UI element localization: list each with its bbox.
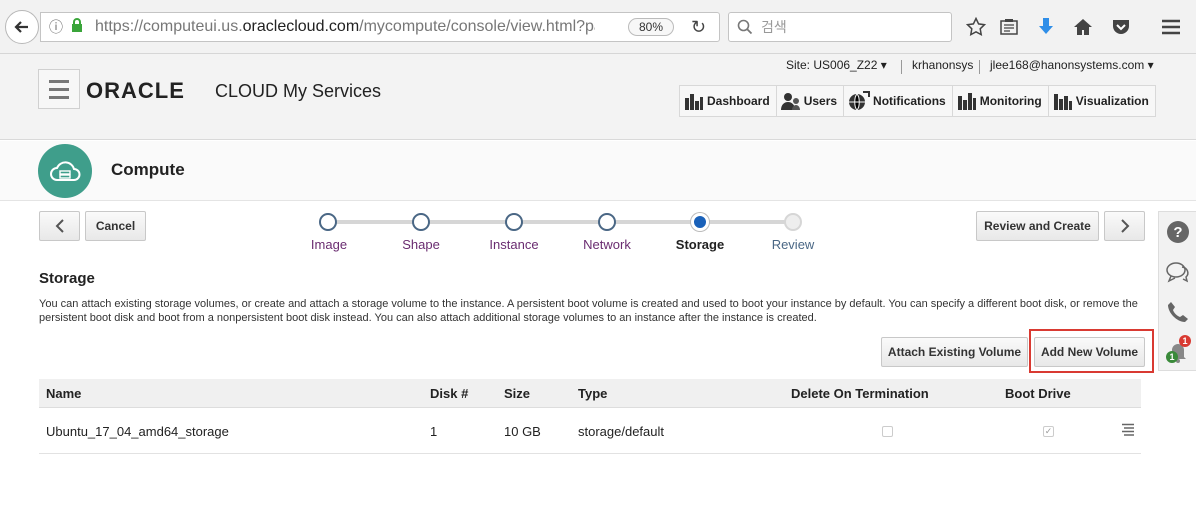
site-selector[interactable]: Site: US006_Z22 ▾ (786, 58, 887, 72)
step-label-storage: Storage (675, 237, 725, 252)
bookmark-star-icon[interactable] (963, 14, 989, 40)
step-label-network[interactable]: Network (557, 237, 657, 252)
disk-number: 1 (430, 424, 438, 439)
nav-notifications[interactable]: Notifications (844, 86, 953, 116)
column-header[interactable]: Boot Drive (1005, 386, 1071, 401)
train-stop-instance[interactable] (505, 213, 523, 231)
notification-count-badge: 1 (1179, 335, 1191, 347)
users-icon (780, 93, 800, 110)
back-button[interactable] (5, 10, 39, 44)
train-stop-review (784, 213, 802, 231)
chevron-down-icon: ▾ (880, 58, 887, 72)
column-header[interactable]: Delete On Termination (791, 386, 929, 401)
step-label-review: Review (771, 237, 815, 252)
info-icon[interactable]: ⓘ (49, 17, 71, 37)
chevron-down-icon: ▾ (1147, 58, 1154, 72)
page-title: Compute (111, 160, 185, 179)
column-header[interactable]: Type (578, 386, 607, 401)
volume-type: storage/default (578, 424, 665, 439)
nav-dashboard[interactable]: Dashboard (680, 86, 777, 116)
svg-text:?: ? (1173, 224, 1182, 241)
monitoring-icon (957, 93, 976, 110)
divider (979, 60, 980, 74)
lock-icon (71, 17, 89, 37)
product-name: CLOUD My Services (215, 81, 382, 101)
table-row[interactable]: Ubuntu_17_04_amd64_storage 1 10 GB stora… (39, 409, 1141, 454)
chevron-right-icon (1120, 219, 1129, 233)
notification-bell-icon[interactable]: 1 1 (1159, 332, 1196, 372)
home-icon[interactable] (1070, 14, 1096, 40)
oracle-logo: ORACLE (86, 78, 185, 103)
url-text: https://computeui.us.oraclecloud.com/myc… (95, 18, 595, 35)
oracle-header: ORACLE CLOUD My Services Site: US006_Z22… (0, 54, 1196, 140)
url-bar[interactable]: ⓘ https://computeui.us.oraclecloud.com/m… (40, 12, 720, 42)
train-stop-image[interactable] (319, 213, 337, 231)
search-icon (737, 19, 753, 35)
step-label-shape[interactable]: Shape (371, 237, 471, 252)
hamburger-menu-button[interactable] (38, 69, 80, 109)
chevron-left-icon (55, 219, 64, 233)
search-input[interactable]: 검색 (728, 12, 952, 42)
review-and-create-button[interactable]: Review and Create (976, 211, 1099, 241)
account-name: krhanonsys (912, 58, 974, 72)
section-description: You can attach existing storage volumes,… (39, 298, 1138, 324)
volume-size: 10 GB (504, 424, 541, 439)
cancel-button[interactable]: Cancel (85, 211, 146, 241)
row-actions-menu-icon[interactable] (1121, 423, 1135, 442)
notifications-globe-icon (849, 91, 871, 111)
compute-cloud-icon (38, 144, 92, 198)
reading-list-icon[interactable] (996, 14, 1022, 40)
search-placeholder: 검색 (761, 19, 787, 35)
status-count-badge: 1 (1166, 351, 1178, 363)
header-nav: Dashboard Users Notifications Monitoring… (679, 85, 1156, 117)
step-label-image[interactable]: Image (279, 237, 379, 252)
step-label-instance[interactable]: Instance (464, 237, 564, 252)
chat-icon[interactable] (1159, 252, 1196, 292)
train-stop-storage (691, 213, 709, 231)
boot-drive-checkbox: ✓ (1043, 426, 1054, 437)
back-arrow-icon (14, 21, 28, 33)
help-icon[interactable]: ? (1159, 212, 1196, 252)
user-menu[interactable]: jlee168@hanonsystems.com ▾ (990, 58, 1154, 72)
column-header[interactable]: Name (46, 386, 81, 401)
column-header[interactable]: Size (504, 386, 530, 401)
divider (901, 60, 902, 74)
menu-icon[interactable] (1158, 14, 1184, 40)
highlight-annotation (1029, 329, 1154, 373)
next-step-button[interactable] (1104, 211, 1145, 241)
dashboard-icon (685, 94, 703, 110)
reload-icon[interactable]: ↻ (691, 17, 706, 38)
section-title: Storage (39, 270, 95, 287)
train-stop-shape[interactable] (412, 213, 430, 231)
wizard-train-track (327, 220, 793, 224)
download-icon[interactable] (1033, 14, 1059, 40)
attach-existing-volume-button[interactable]: Attach Existing Volume (881, 337, 1028, 367)
pocket-icon[interactable] (1108, 14, 1134, 40)
table-header: Name Disk # Size Type Delete On Terminat… (39, 379, 1141, 408)
phone-icon[interactable] (1159, 292, 1196, 332)
zoom-level[interactable]: 80% (628, 18, 675, 36)
browser-toolbar: ⓘ https://computeui.us.oraclecloud.com/m… (0, 0, 1196, 54)
previous-step-button[interactable] (39, 211, 80, 241)
visualization-icon (1053, 94, 1072, 110)
nav-visualization[interactable]: Visualization (1049, 86, 1155, 116)
nav-monitoring[interactable]: Monitoring (953, 86, 1049, 116)
train-stop-network[interactable] (598, 213, 616, 231)
side-toolbar: ? 1 1 (1158, 211, 1196, 371)
column-header[interactable]: Disk # (430, 386, 468, 401)
delete-on-termination-checkbox[interactable] (882, 426, 893, 437)
nav-users[interactable]: Users (777, 86, 845, 116)
compute-banner: Compute (0, 141, 1196, 201)
volume-name: Ubuntu_17_04_amd64_storage (46, 424, 229, 439)
